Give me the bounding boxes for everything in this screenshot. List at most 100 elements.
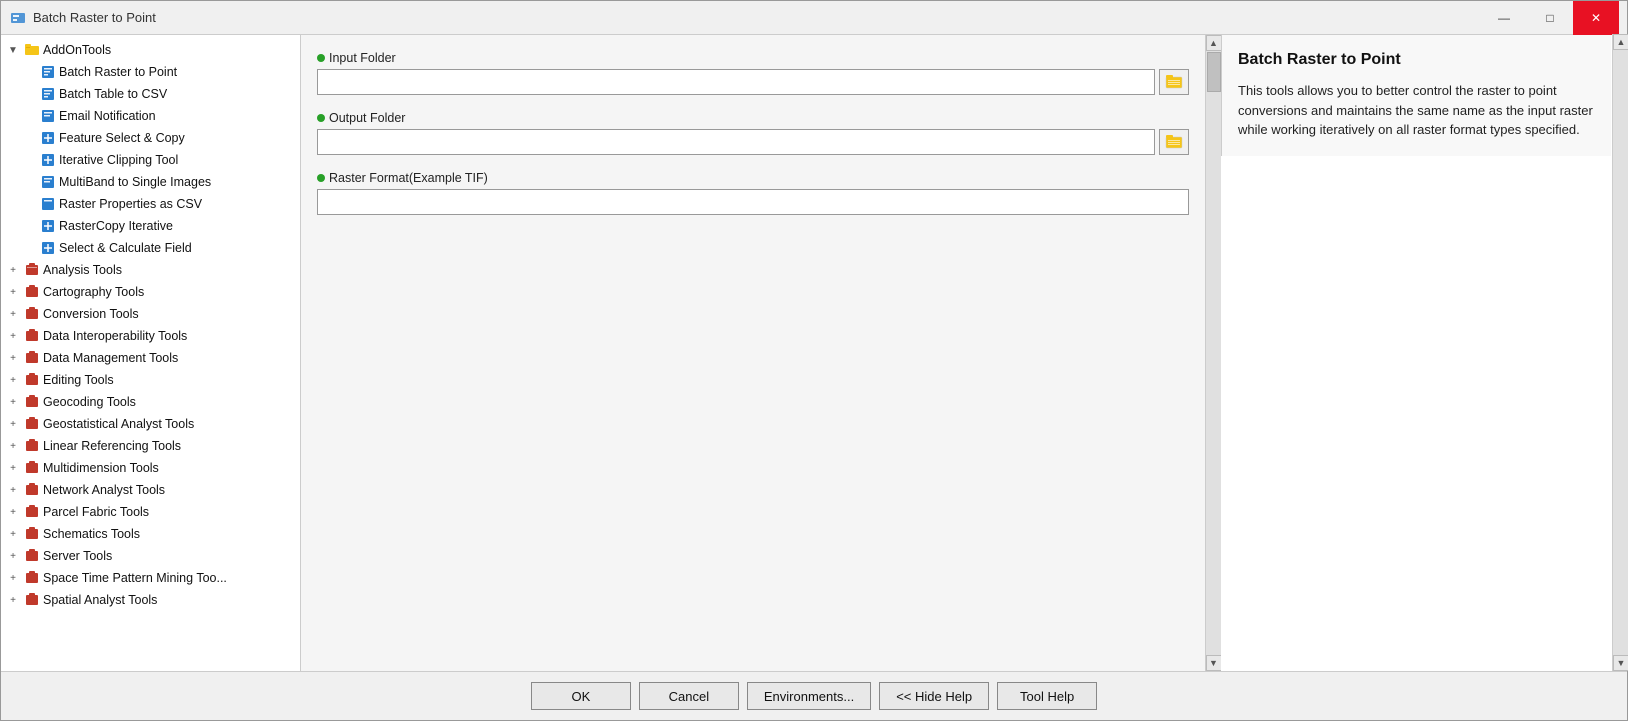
tree-item-addontools[interactable]: ▼ AddOnTools	[1, 39, 300, 61]
required-indicator-2	[317, 114, 325, 122]
toolbox-icon-parcel	[24, 504, 40, 520]
tree-item-select-calc[interactable]: Select & Calculate Field	[1, 237, 300, 259]
form-scrollbar: ▲ ▼	[1205, 35, 1221, 671]
scroll-down-button[interactable]: ▼	[1206, 655, 1222, 671]
spacetime-tools-label: Space Time Pattern Mining Too...	[43, 571, 227, 585]
tool-icon	[40, 64, 56, 80]
input-folder-input[interactable]	[317, 69, 1155, 95]
tool-icon-8	[40, 218, 56, 234]
tree-item-conversion[interactable]: + Conversion Tools	[1, 303, 300, 325]
help-scroll-up[interactable]: ▲	[1613, 35, 1627, 50]
form-section: Input Folder	[301, 35, 1221, 671]
tree-item-spacetime[interactable]: + Space Time Pattern Mining Too...	[1, 567, 300, 589]
toolbox-icon-spatial	[24, 592, 40, 608]
tree-item-iterative-clipping[interactable]: Iterative Clipping Tool	[1, 149, 300, 171]
raster-format-field: Raster Format(Example TIF)	[317, 171, 1189, 215]
spacer	[21, 152, 37, 168]
tree-item-batch-table[interactable]: Batch Table to CSV	[1, 83, 300, 105]
expand-icon: ▼	[5, 42, 21, 58]
window-icon	[9, 9, 27, 27]
tree-item-server[interactable]: + Server Tools	[1, 545, 300, 567]
email-notification-label: Email Notification	[59, 109, 156, 123]
minimize-button[interactable]: —	[1481, 1, 1527, 35]
spacer	[21, 64, 37, 80]
toolbox-icon-interop	[24, 328, 40, 344]
input-folder-row	[317, 69, 1189, 95]
tree-item-multiband[interactable]: MultiBand to Single Images	[1, 171, 300, 193]
raster-format-label: Raster Format(Example TIF)	[317, 171, 1189, 185]
tree-item-spatial[interactable]: + Spatial Analyst Tools	[1, 589, 300, 611]
tree-item-data-interop[interactable]: + Data Interoperability Tools	[1, 325, 300, 347]
tree-item-rastercopy[interactable]: RasterCopy Iterative	[1, 215, 300, 237]
output-folder-field: Output Folder	[317, 111, 1189, 155]
feature-select-label: Feature Select & Copy	[59, 131, 185, 145]
environments-button[interactable]: Environments...	[747, 682, 871, 710]
spacer	[21, 130, 37, 146]
toolbox-icon-server	[24, 548, 40, 564]
tree-item-analysis[interactable]: + Analysis Tools	[1, 259, 300, 281]
tree-item-editing[interactable]: + Editing Tools	[1, 369, 300, 391]
editing-tools-label: Editing Tools	[43, 373, 114, 387]
toolbox-icon-mgmt	[24, 350, 40, 366]
help-scroll-track	[1613, 50, 1627, 655]
expand-icon-editing: +	[5, 372, 21, 388]
geostat-tools-label: Geostatistical Analyst Tools	[43, 417, 194, 431]
raster-format-input[interactable]	[317, 189, 1189, 215]
network-tools-label: Network Analyst Tools	[43, 483, 165, 497]
expand-icon-linear: +	[5, 438, 21, 454]
output-folder-input[interactable]	[317, 129, 1155, 155]
expand-icon-geocoding: +	[5, 394, 21, 410]
toolbox-icon-geocoding	[24, 394, 40, 410]
maximize-button[interactable]: □	[1527, 1, 1573, 35]
tree-item-batch-raster-to-point[interactable]: Batch Raster to Point	[1, 61, 300, 83]
output-folder-label: Output Folder	[317, 111, 1189, 125]
expand-icon-network: +	[5, 482, 21, 498]
tree-item-linear[interactable]: + Linear Referencing Tools	[1, 435, 300, 457]
cancel-button[interactable]: Cancel	[639, 682, 739, 710]
close-button[interactable]: ✕	[1573, 1, 1619, 35]
help-section: Batch Raster to Point This tools allows …	[1221, 35, 1627, 671]
toolbox-icon-multidim	[24, 460, 40, 476]
tree-item-data-mgmt[interactable]: + Data Management Tools	[1, 347, 300, 369]
ok-button[interactable]: OK	[531, 682, 631, 710]
data-mgmt-label: Data Management Tools	[43, 351, 178, 365]
required-indicator-1	[317, 54, 325, 62]
tree-item-schematics[interactable]: + Schematics Tools	[1, 523, 300, 545]
expand-icon-mgmt: +	[5, 350, 21, 366]
help-panel-content: Batch Raster to Point This tools allows …	[1221, 35, 1611, 156]
tree-item-network[interactable]: + Network Analyst Tools	[1, 479, 300, 501]
toolbox-icon-spacetime	[24, 570, 40, 586]
raster-props-label: Raster Properties as CSV	[59, 197, 202, 211]
select-calc-label: Select & Calculate Field	[59, 241, 192, 255]
toolbox-icon-linear	[24, 438, 40, 454]
output-folder-browse-button[interactable]	[1159, 129, 1189, 155]
scroll-thumb[interactable]	[1207, 52, 1221, 92]
toolbox-icon-cartography	[24, 284, 40, 300]
schematics-tools-label: Schematics Tools	[43, 527, 140, 541]
expand-icon-parcel: +	[5, 504, 21, 520]
toolbox-icon-conversion	[24, 306, 40, 322]
tool-help-button[interactable]: Tool Help	[997, 682, 1097, 710]
tree-item-cartography[interactable]: + Cartography Tools	[1, 281, 300, 303]
tree-item-geocoding[interactable]: + Geocoding Tools	[1, 391, 300, 413]
input-folder-browse-button[interactable]	[1159, 69, 1189, 95]
hide-help-button[interactable]: << Hide Help	[879, 682, 989, 710]
tree-item-raster-props[interactable]: Raster Properties as CSV	[1, 193, 300, 215]
expand-icon-schematics: +	[5, 526, 21, 542]
output-folder-row	[317, 129, 1189, 155]
tree-item-email[interactable]: Email Notification	[1, 105, 300, 127]
help-scroll-down[interactable]: ▼	[1613, 655, 1627, 671]
addontools-label: AddOnTools	[43, 43, 111, 57]
app-window: Batch Raster to Point — □ ✕ ▼ AddOnTools	[0, 0, 1628, 721]
tool-icon-9	[40, 240, 56, 256]
tree-item-feature-select[interactable]: Feature Select & Copy	[1, 127, 300, 149]
tree-item-parcel[interactable]: + Parcel Fabric Tools	[1, 501, 300, 523]
expand-icon-interop: +	[5, 328, 21, 344]
button-bar: OK Cancel Environments... << Hide Help T…	[1, 671, 1627, 720]
scroll-up-button[interactable]: ▲	[1206, 35, 1222, 51]
parcel-tools-label: Parcel Fabric Tools	[43, 505, 149, 519]
rastercopy-label: RasterCopy Iterative	[59, 219, 173, 233]
tree-item-multidim[interactable]: + Multidimension Tools	[1, 457, 300, 479]
tree-item-geostat[interactable]: + Geostatistical Analyst Tools	[1, 413, 300, 435]
toolbox-icon-network	[24, 482, 40, 498]
